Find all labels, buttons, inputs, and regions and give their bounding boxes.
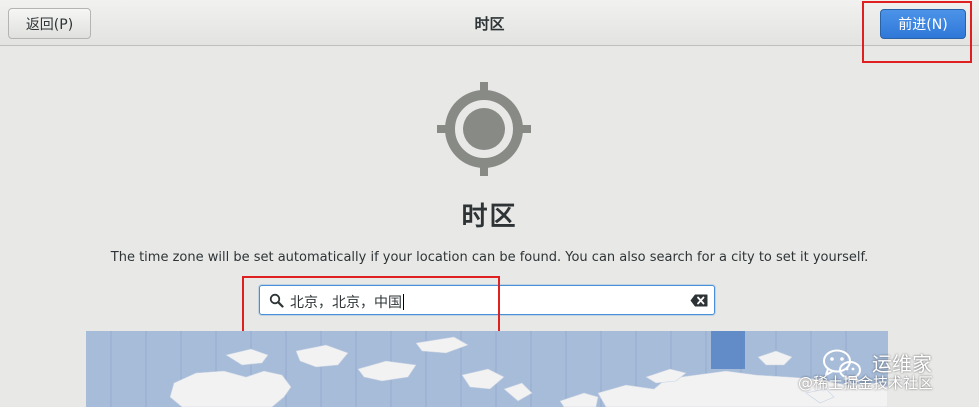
header-bar: 返回(P) 时区 前进(N) xyxy=(0,0,979,46)
world-map[interactable] xyxy=(86,331,888,407)
clear-text-icon[interactable] xyxy=(690,294,708,307)
annotation-box-search xyxy=(242,276,500,338)
location-crosshair-icon xyxy=(437,82,531,176)
annotation-box-next xyxy=(862,1,972,63)
description-text: The time zone will be set automatically … xyxy=(110,250,869,265)
watermark-subtitle: @稀土掘金技术社区 xyxy=(798,374,934,392)
watermark: 运维家 @稀土掘金技术社区 xyxy=(798,344,972,404)
window-title: 时区 xyxy=(474,15,505,33)
page-heading: 时区 xyxy=(461,202,518,232)
